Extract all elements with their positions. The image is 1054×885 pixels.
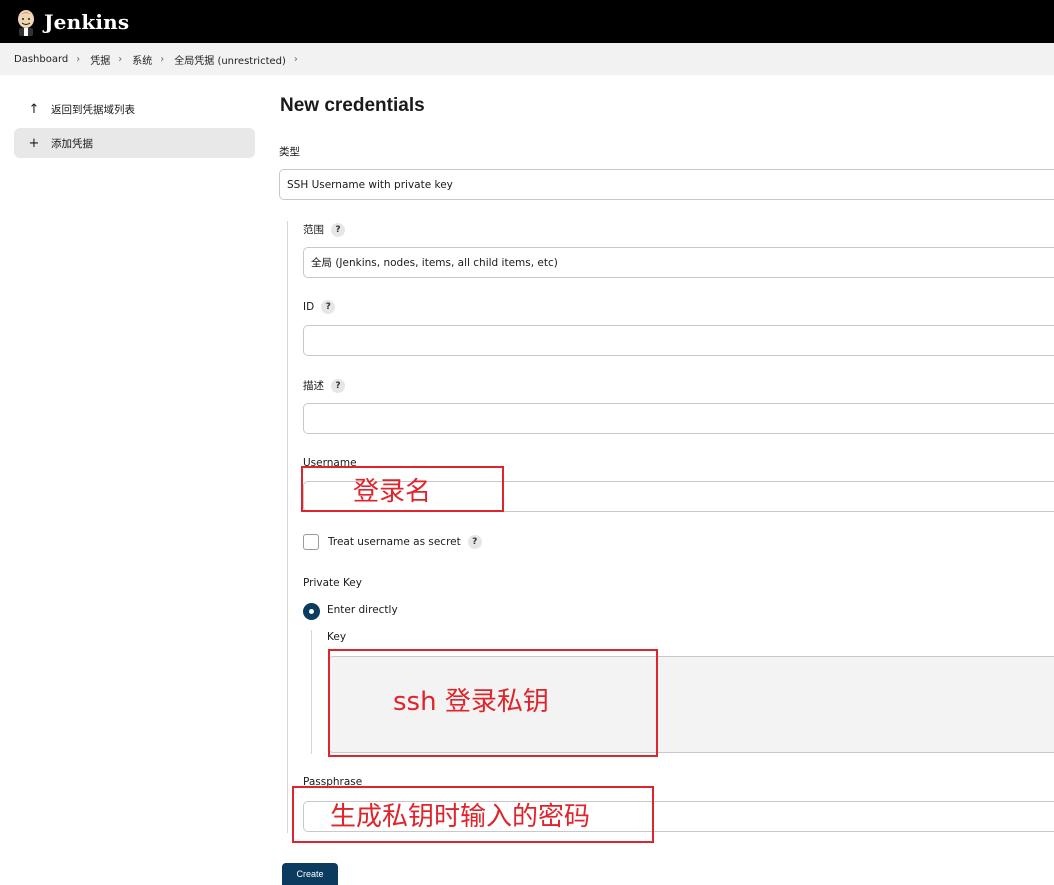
description-input[interactable]: [303, 403, 1054, 434]
chevron-right-icon[interactable]: ›: [294, 54, 298, 65]
breadcrumb-dashboard[interactable]: Dashboard: [14, 54, 68, 65]
jenkins-butler-icon[interactable]: [14, 8, 38, 36]
section-divider: [287, 221, 288, 833]
kind-select[interactable]: SSH Username with private key: [279, 169, 1054, 200]
brand-name[interactable]: Jenkins: [44, 10, 129, 34]
plus-icon: +: [28, 135, 40, 151]
sidebar-item-label: 添加凭据: [51, 137, 93, 150]
help-icon[interactable]: ?: [331, 222, 345, 237]
sidebar: ↑ 返回到凭据域列表 + 添加凭据: [14, 94, 255, 162]
key-section-divider: [311, 630, 312, 754]
chevron-right-icon: ›: [160, 53, 165, 65]
id-input[interactable]: [303, 325, 1054, 356]
help-icon[interactable]: ?: [331, 378, 345, 393]
description-label: 描述 ?: [303, 378, 345, 393]
arrow-up-icon: ↑: [28, 101, 40, 117]
create-button[interactable]: Create: [282, 863, 338, 885]
key-label: Key: [327, 631, 347, 643]
passphrase-annotation: 生成私钥时输入的密码: [292, 786, 654, 843]
treat-username-secret-checkbox[interactable]: [303, 534, 319, 550]
scope-select[interactable]: 全局 (Jenkins, nodes, items, all child ite…: [303, 247, 1054, 278]
main-content: New credentials: [280, 95, 1054, 139]
breadcrumb: Dashboard › 凭据 › 系统 › 全局凭据 (unrestricted…: [0, 43, 1054, 75]
key-annotation: ssh 登录私钥: [328, 649, 658, 757]
sidebar-item-label: 返回到凭据域列表: [51, 103, 135, 116]
help-icon[interactable]: ?: [321, 300, 336, 314]
enter-directly-radio[interactable]: [303, 603, 320, 620]
private-key-label: Private Key: [303, 577, 362, 589]
top-header: Jenkins: [0, 0, 1054, 43]
breadcrumb-system[interactable]: 系统: [132, 52, 152, 67]
chevron-right-icon: ›: [76, 53, 81, 65]
username-annotation: 登录名: [301, 466, 504, 512]
breadcrumb-global-credentials[interactable]: 全局凭据 (unrestricted): [174, 52, 286, 67]
treat-username-secret-label: Treat username as secret ?: [328, 535, 482, 549]
enter-directly-label: Enter directly: [327, 604, 398, 616]
sidebar-item-add-credentials[interactable]: + 添加凭据: [14, 128, 255, 158]
page-title: New credentials: [280, 95, 425, 116]
chevron-right-icon: ›: [118, 53, 123, 65]
help-icon[interactable]: ?: [467, 535, 482, 549]
sidebar-item-back-to-domains[interactable]: ↑ 返回到凭据域列表: [14, 94, 255, 124]
breadcrumb-credentials[interactable]: 凭据: [90, 52, 110, 67]
radio-selected-dot: [309, 609, 314, 614]
id-label: ID ?: [303, 300, 336, 314]
scope-label: 范围 ?: [303, 222, 345, 237]
kind-label: 类型: [279, 146, 300, 158]
